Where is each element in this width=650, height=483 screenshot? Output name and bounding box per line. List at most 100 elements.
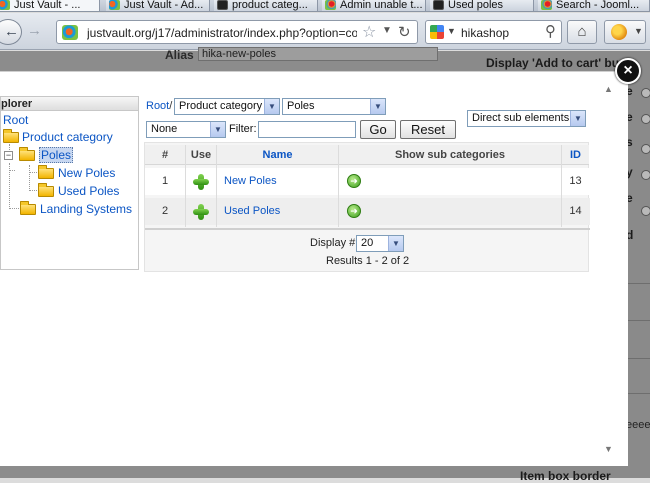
radio-option[interactable] bbox=[641, 88, 650, 98]
divider bbox=[628, 358, 650, 359]
chevron-down-icon: ▼ bbox=[370, 99, 385, 114]
folder-icon bbox=[3, 129, 19, 143]
column-header-number: # bbox=[145, 145, 185, 165]
radio-option[interactable] bbox=[641, 206, 650, 216]
chevron-down-icon: ▼ bbox=[210, 122, 225, 137]
category-type-select[interactable]: Product category ▼ bbox=[174, 98, 280, 115]
extension-button[interactable]: ▼ bbox=[604, 20, 646, 44]
category-name-link[interactable]: Used Poles bbox=[224, 198, 334, 225]
column-divider bbox=[216, 145, 217, 227]
scope-select[interactable]: Direct sub elements ▼ bbox=[467, 110, 586, 127]
chevron-down-icon: ▼ bbox=[634, 26, 643, 36]
tree-item-used-poles[interactable]: Used Poles bbox=[38, 183, 119, 199]
scroll-down-icon[interactable]: ▼ bbox=[604, 444, 613, 454]
folder-icon bbox=[38, 183, 54, 197]
radio-option[interactable] bbox=[641, 170, 650, 180]
row-number: 2 bbox=[161, 205, 169, 217]
bookmark-star-icon[interactable]: ☆ bbox=[362, 22, 376, 42]
search-bar[interactable]: ▼ hikashop ⚲ bbox=[425, 20, 562, 44]
browser-tab-6[interactable]: Search - Jooml... bbox=[538, 0, 650, 11]
url-bar[interactable]: justvault.org/j17/administrator/index.ph… bbox=[56, 20, 418, 44]
chevron-down-icon: ▼ bbox=[388, 236, 403, 251]
parent-category-select[interactable]: Poles ▼ bbox=[282, 98, 386, 115]
tree-connector bbox=[10, 170, 15, 171]
use-category-icon[interactable] bbox=[193, 174, 209, 190]
tree-connector bbox=[29, 165, 30, 191]
browser-tab-5[interactable]: Used poles bbox=[430, 0, 534, 11]
reset-button[interactable]: Reset bbox=[400, 120, 456, 139]
categories-table: # Use Name Show sub categories ID 1 New … bbox=[144, 142, 590, 272]
chevron-down-icon: ▼ bbox=[264, 99, 279, 114]
reload-icon[interactable]: ↻ bbox=[398, 23, 411, 41]
column-header-id[interactable]: ID bbox=[562, 145, 589, 165]
tree-connector bbox=[9, 208, 19, 209]
browser-tab-4[interactable]: Admin unable t... bbox=[322, 0, 426, 11]
tree-item-label: Landing Systems bbox=[40, 202, 133, 216]
hikashop-icon bbox=[433, 0, 444, 10]
back-button[interactable]: ← bbox=[0, 19, 22, 45]
hikashop-icon bbox=[217, 0, 228, 10]
joomla-icon bbox=[541, 0, 552, 10]
category-id: 13 bbox=[569, 175, 582, 187]
divider bbox=[628, 320, 650, 321]
scroll-up-icon[interactable]: ▲ bbox=[604, 84, 613, 94]
column-header-name[interactable]: Name bbox=[217, 145, 338, 165]
breadcrumb: Root/ bbox=[146, 100, 173, 112]
radio-option[interactable] bbox=[641, 144, 650, 154]
folder-open-icon bbox=[19, 147, 35, 161]
tree-item-label: Poles bbox=[39, 147, 74, 163]
browser-tab-2[interactable]: Just Vault - Ad... bbox=[106, 0, 210, 11]
filter-input[interactable] bbox=[258, 121, 356, 138]
browser-toolbar: ← → justvault.org/j17/administrator/inde… bbox=[0, 13, 650, 50]
chevron-down-icon: ▼ bbox=[570, 111, 585, 126]
joomla-icon bbox=[62, 25, 78, 40]
alias-label: Alias bbox=[165, 48, 194, 62]
browser-tab-1[interactable]: Just Vault - ... bbox=[0, 0, 100, 11]
column-header-sub-categories: Show sub categories bbox=[339, 145, 561, 165]
add-to-cart-label: Display 'Add to cart' bu bbox=[486, 56, 620, 70]
use-category-icon[interactable] bbox=[193, 204, 209, 220]
show-subcategories-icon[interactable]: ➜ bbox=[347, 174, 361, 188]
tree-item-label: Product category bbox=[22, 130, 113, 144]
search-icon[interactable]: ⚲ bbox=[545, 22, 556, 40]
go-button[interactable]: Go bbox=[360, 120, 396, 139]
divider bbox=[628, 393, 650, 394]
extension-icon bbox=[611, 24, 627, 40]
table-footer-divider bbox=[145, 228, 590, 230]
alias-field[interactable]: hika-new-poles bbox=[198, 47, 438, 61]
close-modal-button[interactable]: × bbox=[615, 58, 641, 84]
tree-item-poles[interactable]: − Poles bbox=[4, 147, 74, 163]
breadcrumb-root-link[interactable]: Root bbox=[146, 100, 169, 112]
folder-icon bbox=[20, 201, 36, 215]
explorer-title: plorer bbox=[1, 97, 138, 111]
collapse-icon[interactable]: − bbox=[4, 151, 13, 160]
column-header-use: Use bbox=[186, 145, 216, 165]
row-number: 1 bbox=[161, 175, 169, 187]
tree-item-root[interactable]: Root bbox=[3, 112, 28, 128]
forward-button[interactable]: → bbox=[27, 22, 42, 39]
tree-item-product-category[interactable]: Product category bbox=[3, 129, 113, 145]
home-icon: ⌂ bbox=[577, 23, 587, 40]
search-input[interactable]: hikashop bbox=[461, 26, 509, 40]
joomla-icon bbox=[0, 0, 10, 10]
search-engine-dropdown-icon[interactable]: ▼ bbox=[447, 26, 456, 36]
modal-scrollbar[interactable]: ▲ ▼ bbox=[602, 82, 618, 460]
radio-option[interactable] bbox=[641, 114, 650, 124]
category-name-link[interactable]: New Poles bbox=[224, 168, 334, 195]
column-divider bbox=[185, 145, 186, 227]
tree-item-label: Root bbox=[3, 113, 29, 127]
status-filter-select[interactable]: None ▼ bbox=[146, 121, 226, 138]
tree-item-landing-systems[interactable]: Landing Systems bbox=[20, 201, 132, 217]
show-subcategories-icon[interactable]: ➜ bbox=[347, 204, 361, 218]
tree-connector bbox=[9, 163, 10, 209]
url-text[interactable]: justvault.org/j17/administrator/index.ph… bbox=[87, 26, 357, 40]
url-history-dropdown-icon[interactable]: ▼ bbox=[382, 25, 392, 36]
side-text: eeee bbox=[626, 419, 650, 431]
browser-tab-3[interactable]: product categ... bbox=[214, 0, 318, 11]
category-id: 14 bbox=[569, 205, 582, 217]
home-button[interactable]: ⌂ bbox=[567, 20, 597, 44]
display-count-select[interactable]: 20 ▼ bbox=[356, 235, 404, 252]
tree-item-new-poles[interactable]: New Poles bbox=[38, 165, 115, 181]
divider bbox=[628, 283, 650, 284]
google-icon[interactable] bbox=[430, 25, 444, 39]
